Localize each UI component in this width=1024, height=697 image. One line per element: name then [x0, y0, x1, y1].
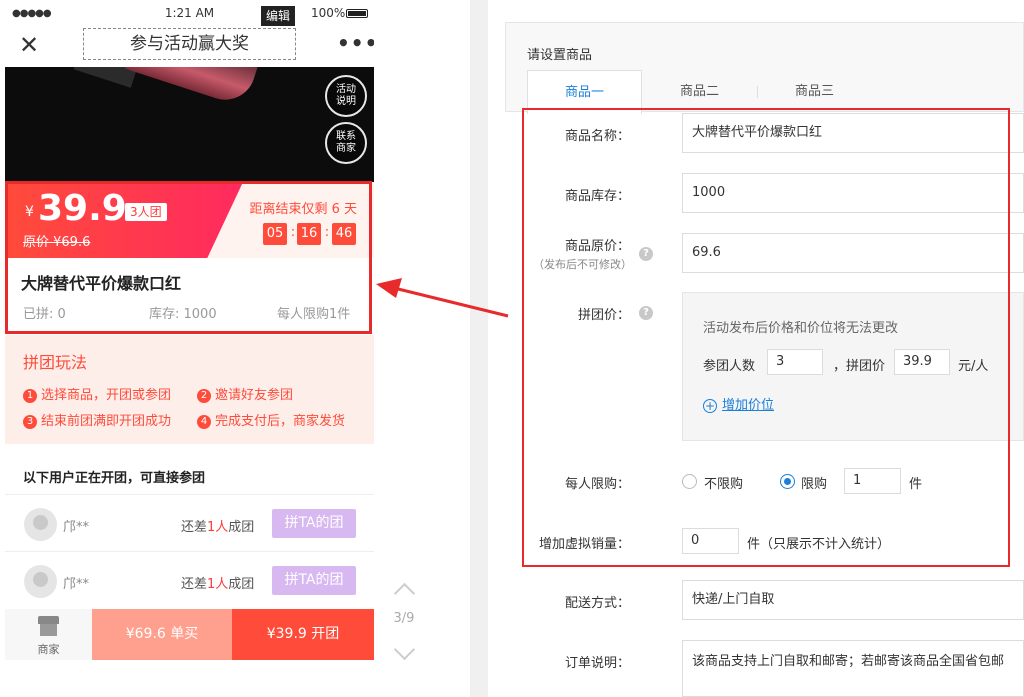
avatar — [24, 565, 57, 598]
highlight-box — [5, 181, 372, 334]
step-text: 邀请好友参团 — [215, 388, 294, 403]
page-indicator: 3/9 — [393, 611, 415, 626]
join-group-button[interactable]: 拼TA的团 — [272, 509, 356, 538]
status-bar: ●●●●● 1:21 AM 编辑 100% — [5, 0, 374, 27]
open-groups-title: 以下用户正在开团，可直接参团 — [23, 471, 206, 486]
order-note-label: 订单说明： — [564, 656, 630, 671]
group-user: 邝** — [63, 520, 90, 535]
delivery-label: 配送方式： — [564, 596, 630, 611]
rule-step: 1 选择商品，开团或参团 — [23, 384, 171, 403]
join-group-button[interactable]: 拼TA的团 — [272, 566, 356, 595]
edit-button[interactable]: 编辑 — [261, 6, 295, 26]
highlight-box — [522, 108, 1010, 567]
product-tabs-card: 请设置商品 商品一 商品二 商品三 — [505, 22, 1024, 114]
avatar — [24, 508, 57, 541]
group-need: 还差1人成团 — [181, 577, 255, 592]
chevron-down-icon[interactable] — [391, 648, 417, 662]
open-groups: 以下用户正在开团，可直接参团 邝** 还差1人成团 拼TA的团 邝** 还差1人… — [5, 444, 374, 609]
step-number: 2 — [197, 389, 211, 403]
delivery-input[interactable]: 快递/上门自取 — [682, 580, 1024, 620]
shop-icon — [38, 616, 59, 636]
step-text: 完成支付后，商家发货 — [215, 414, 346, 429]
group-user: 邝** — [63, 577, 90, 592]
pointer-arrow — [376, 278, 509, 318]
close-icon[interactable]: ✕ — [19, 31, 39, 59]
group-need: 还差1人成团 — [181, 520, 255, 535]
shop-button[interactable]: 商家 — [5, 609, 92, 660]
activity-info-label: 活动 说明 — [336, 84, 356, 107]
step-text: 结束前团满即开团成功 — [41, 414, 172, 429]
list-item: 邝** 还差1人成团 拼TA的团 — [5, 551, 374, 608]
order-note-input[interactable]: 该商品支持上门自取和邮寄；若邮寄该商品全国省包邮 — [682, 640, 1024, 697]
contact-merchant-button[interactable]: 联系 商家 — [325, 122, 367, 164]
rule-step: 3 结束前团满即开团成功 — [23, 410, 171, 429]
start-group-button[interactable]: ¥39.9 开团 — [232, 609, 374, 660]
step-text: 选择商品，开团或参团 — [41, 388, 172, 403]
buy-single-button[interactable]: ¥69.6 单买 — [92, 609, 232, 660]
rule-step: 4 完成支付后，商家发货 — [197, 410, 345, 429]
group-rules: 拼团玩法 1 选择商品，开团或参团 2 邀请好友参团 3 结束前团满即开团成功 4 完成… — [5, 335, 374, 444]
battery-level: 100% — [311, 6, 346, 20]
step-number: 1 — [23, 389, 37, 403]
product-banner: 活动 说明 联系 商家 — [5, 67, 374, 182]
step-number: 4 — [197, 415, 211, 429]
activity-info-button[interactable]: 活动 说明 — [325, 75, 367, 117]
page-title[interactable]: 参与活动赢大奖 — [83, 28, 296, 60]
rule-step: 2 邀请好友参团 — [197, 384, 293, 403]
contact-merchant-label: 联系 商家 — [336, 131, 356, 154]
more-icon[interactable]: ••• — [337, 31, 374, 55]
arrow-head — [376, 278, 402, 298]
battery-icon — [346, 9, 368, 18]
lipstick-cap-image — [73, 67, 137, 88]
nav-bar: ✕ 参与活动赢大奖 ••• — [5, 27, 374, 67]
rules-title: 拼团玩法 — [23, 353, 88, 372]
shop-label: 商家 — [37, 643, 60, 656]
step-number: 3 — [23, 415, 37, 429]
chevron-up-icon[interactable] — [391, 580, 417, 594]
arrow-shaft — [389, 285, 509, 318]
bottom-bar: 商家 ¥69.6 单买 ¥39.9 开团 — [5, 609, 374, 660]
section-title: 请设置商品 — [527, 48, 593, 63]
tab-product-3[interactable]: 商品三 — [757, 70, 872, 113]
list-item: 邝** 还差1人成团 拼TA的团 — [5, 494, 374, 551]
tab-product-2[interactable]: 商品二 — [642, 70, 757, 113]
